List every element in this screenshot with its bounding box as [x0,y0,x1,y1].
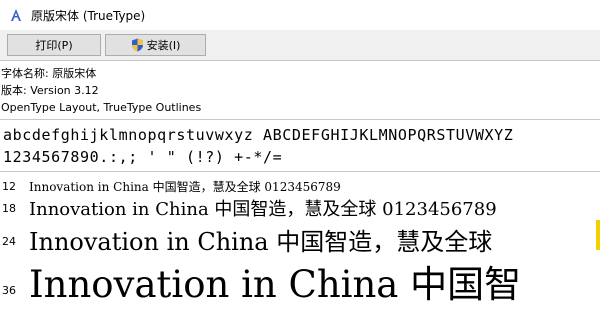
title-bar: 原版宋体 (TrueType) [0,0,600,30]
charset-divider [0,171,600,172]
font-a-icon [11,9,21,21]
sample-text-36: Innovation in China 中国智 [29,263,522,306]
sample-text-24: Innovation in China 中国智造，慧及全球 [29,228,493,256]
font-outline-text: OpenType Layout, TrueType Outlines [1,101,202,114]
install-button-label: 安装(I) [146,39,181,52]
charset-letters: abcdefghijklmnopqrstuvwxyz ABCDEFGHIJKLM… [3,126,514,144]
toolbar-divider [0,60,600,61]
sample-size-12: 12 [2,180,16,193]
sample-text-12: Innovation in China 中国智造，慧及全球 0123456789 [29,180,341,194]
charset-symbols: 1234567890.:,; ' " (!?) +-*/= [3,148,283,166]
sample-text-18: Innovation in China 中国智造，慧及全球 0123456789 [29,199,497,220]
font-name-text: 字体名称: 原版宋体 [1,67,97,80]
print-button[interactable]: 打印(P) [7,34,101,56]
shield-icon [131,38,143,52]
toolbar: 打印(P) 安装(I) [0,30,600,60]
install-button[interactable]: 安装(I) [105,34,206,56]
window-title: 原版宋体 (TrueType) [31,8,146,23]
print-button-label: 打印(P) [35,39,73,52]
scroll-accent [596,220,600,250]
sample-size-24: 24 [2,235,16,248]
info-divider [0,119,600,120]
sample-size-18: 18 [2,202,16,215]
sample-size-36: 36 [2,284,16,297]
font-version-text: 版本: Version 3.12 [1,84,99,97]
